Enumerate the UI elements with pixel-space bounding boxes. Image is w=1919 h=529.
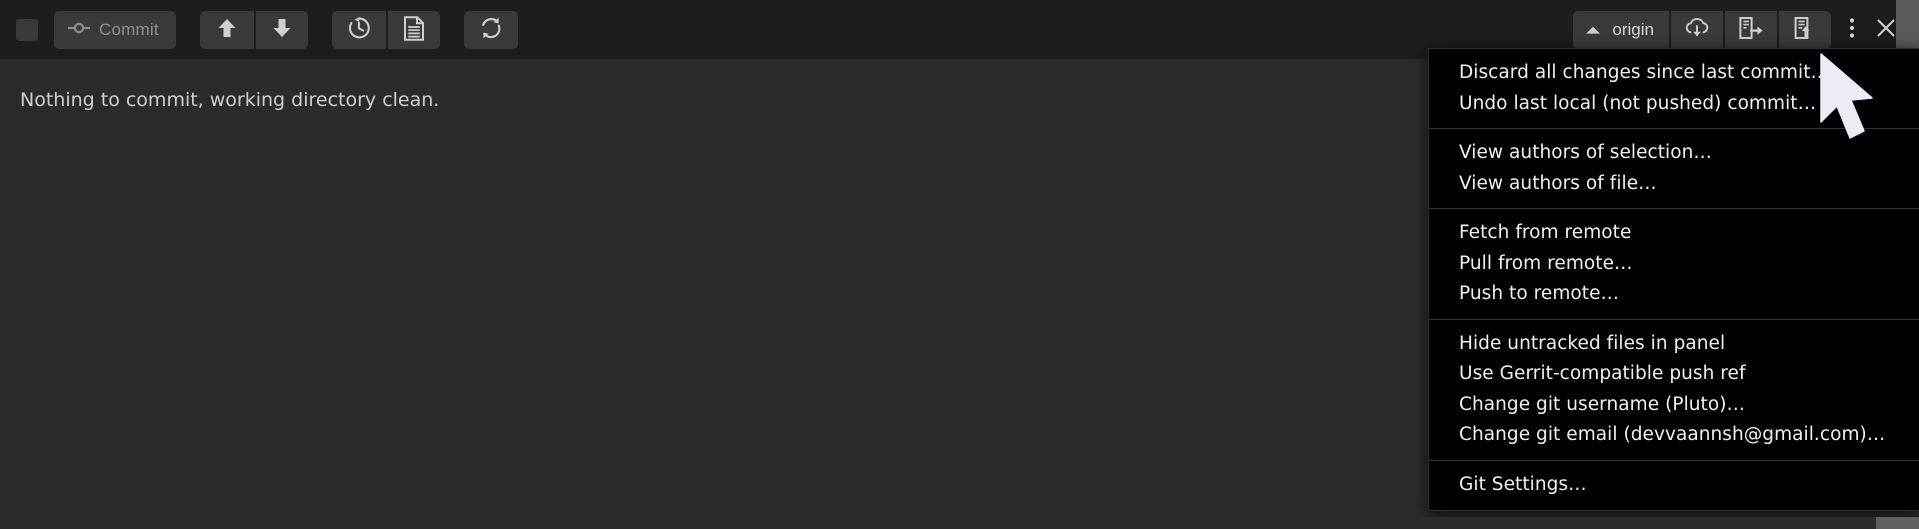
push-pull-button-group: [199, 10, 308, 49]
pull-from-remote-button[interactable]: [1723, 10, 1777, 49]
origin-remote-button[interactable]: origin: [1573, 10, 1669, 49]
commit-button-label: Commit: [99, 19, 159, 39]
horizontal-scrollbar[interactable]: [0, 517, 1919, 529]
menu-pull-from-remote[interactable]: Pull from remote…: [1429, 249, 1919, 280]
refresh-icon: [479, 16, 503, 43]
origin-remote-label: origin: [1612, 19, 1654, 39]
menu-change-git-username[interactable]: Change git username (Pluto)…: [1429, 390, 1919, 421]
panel-resize-grip[interactable]: [1896, 0, 1919, 48]
file-arrow-right-icon: [1738, 16, 1764, 43]
menu-separator: [1429, 318, 1919, 320]
git-options-dropdown-menu: Discard all changes since last commit… Un…: [1428, 48, 1919, 511]
menu-separator: [1429, 459, 1919, 461]
close-icon: [1876, 18, 1896, 41]
commit-button[interactable]: Commit: [54, 10, 176, 49]
file-history-button[interactable]: [385, 10, 440, 49]
commit-node-icon: [68, 20, 90, 40]
refresh-button-group: [463, 10, 518, 49]
push-to-remote-button[interactable]: [1777, 10, 1831, 49]
menu-use-gerrit-push-ref[interactable]: Use Gerrit-compatible push ref: [1429, 359, 1919, 390]
more-options-button[interactable]: [1835, 10, 1869, 50]
menu-discard-all-changes[interactable]: Discard all changes since last commit…: [1429, 58, 1919, 89]
history-button-group: [331, 10, 440, 49]
file-document-icon: [403, 15, 425, 44]
fetch-button[interactable]: [1669, 10, 1723, 49]
menu-separator: [1429, 128, 1919, 129]
arrow-up-icon: [217, 17, 237, 42]
menu-view-authors-of-file[interactable]: View authors of file…: [1429, 169, 1919, 200]
push-arrow-up-button[interactable]: [199, 10, 254, 49]
menu-push-to-remote[interactable]: Push to remote…: [1429, 279, 1919, 310]
git-panel-window: Commit origin Nothing to commit, working…: [0, 0, 1919, 529]
file-arrow-up-icon: [1792, 16, 1818, 43]
refresh-button[interactable]: [463, 10, 518, 49]
menu-view-authors-of-selection[interactable]: View authors of selection…: [1429, 138, 1919, 169]
chevron-up-icon: [1585, 20, 1601, 40]
cloud-download-icon: [1684, 17, 1710, 42]
kebab-menu-icon: [1849, 16, 1855, 43]
menu-git-settings[interactable]: Git Settings…: [1429, 470, 1919, 501]
arrow-down-icon: [272, 17, 292, 42]
menu-fetch-from-remote[interactable]: Fetch from remote: [1429, 218, 1919, 249]
pull-arrow-down-button[interactable]: [253, 10, 308, 49]
menu-hide-untracked-files[interactable]: Hide untracked files in panel: [1429, 329, 1919, 360]
history-button[interactable]: [331, 10, 386, 49]
menu-separator: [1429, 208, 1919, 209]
menu-change-git-email[interactable]: Change git email (devvaannsh@gmail.com)…: [1429, 420, 1919, 451]
toolbar-left-group: Commit: [16, 0, 518, 59]
stage-all-checkbox[interactable]: [16, 18, 38, 41]
horizontal-scrollbar-thumb[interactable]: [1876, 517, 1919, 529]
menu-undo-last-local-commit[interactable]: Undo last local (not pushed) commit…: [1429, 89, 1919, 120]
history-revert-icon: [347, 16, 371, 43]
working-directory-status-message: Nothing to commit, working directory cle…: [20, 89, 440, 111]
remote-button-group: origin: [1573, 10, 1831, 49]
